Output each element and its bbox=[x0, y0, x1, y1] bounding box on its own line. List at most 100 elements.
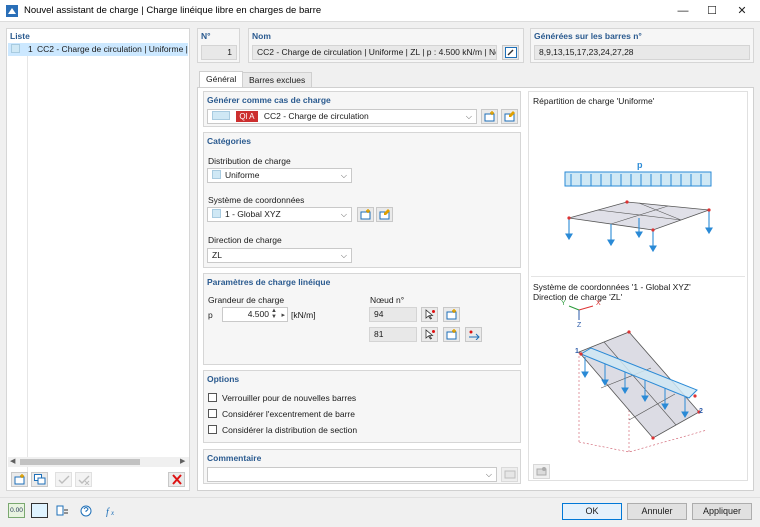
preview-bottom-title-1: Système de coordonnées '1 - Global XYZ' bbox=[533, 282, 691, 292]
preview-bottom-title-2: Direction de charge 'ZL' bbox=[533, 292, 623, 302]
load-case-header: Générer comme cas de charge bbox=[207, 95, 331, 105]
scroll-right-icon[interactable]: ▶ bbox=[180, 457, 185, 465]
axis-y-label: Y bbox=[561, 300, 566, 307]
copy-item-button[interactable] bbox=[31, 472, 48, 487]
library-icon bbox=[504, 470, 516, 479]
scroll-left-icon[interactable]: ◀ bbox=[10, 457, 15, 465]
list-header: Liste bbox=[10, 31, 30, 41]
units-button[interactable]: 0.00 bbox=[8, 503, 25, 518]
edit-list-icon bbox=[504, 111, 515, 122]
number-header: N° bbox=[201, 31, 211, 41]
ok-button[interactable]: OK bbox=[562, 503, 622, 520]
uncheck-item-button[interactable] bbox=[75, 472, 92, 487]
tab-excluded-members[interactable]: Barres exclues bbox=[242, 72, 313, 87]
model-icon bbox=[56, 505, 68, 516]
new-node-1-button[interactable] bbox=[443, 307, 460, 322]
new-item-button[interactable] bbox=[11, 472, 28, 487]
pick-node-2-button[interactable] bbox=[421, 327, 438, 342]
preview-options-button[interactable] bbox=[533, 464, 550, 479]
help-button[interactable] bbox=[77, 503, 94, 518]
distribution-label: Distribution de charge bbox=[208, 156, 291, 166]
maximize-button[interactable]: ☐ bbox=[697, 0, 727, 22]
close-button[interactable]: ✕ bbox=[727, 0, 757, 22]
swap-nodes-button[interactable] bbox=[465, 327, 482, 342]
uncheck-icon bbox=[78, 475, 90, 485]
new-node-2-button[interactable] bbox=[443, 327, 460, 342]
distribution-value: Uniforme bbox=[225, 170, 260, 180]
direction-select[interactable]: ZL ⌵ bbox=[207, 248, 352, 263]
list-item[interactable]: 1 CC2 - Charge de circulation | Uniforme… bbox=[8, 43, 189, 56]
node-1-label: 1 bbox=[575, 348, 579, 355]
generated-members-field: 8,9,13,15,17,23,24,27,28 bbox=[534, 45, 750, 60]
load-case-color-icon bbox=[212, 111, 230, 120]
name-field[interactable]: CC2 - Charge de circulation | Uniforme |… bbox=[252, 45, 497, 60]
name-panel: Nom CC2 - Charge de circulation | Unifor… bbox=[248, 28, 524, 63]
copy-icon bbox=[34, 474, 46, 485]
node-label: Nœud n° bbox=[370, 295, 405, 305]
delete-item-button[interactable] bbox=[168, 472, 185, 487]
chevron-down-icon: ⌵ bbox=[340, 251, 347, 260]
comment-input[interactable]: ⌵ bbox=[207, 467, 497, 482]
categories-header: Catégories bbox=[207, 136, 251, 146]
coord-system-icon bbox=[212, 209, 221, 218]
cancel-button[interactable]: Annuler bbox=[627, 503, 687, 520]
load-symbol-label: p bbox=[637, 160, 643, 170]
magnitude-label: Grandeur de charge bbox=[208, 295, 285, 305]
chevron-down-icon: ⌵ bbox=[340, 210, 347, 219]
new-icon bbox=[360, 209, 371, 220]
function-button[interactable]: fx bbox=[101, 503, 118, 518]
new-icon bbox=[446, 309, 457, 320]
edit-icon bbox=[505, 47, 517, 58]
new-load-case-button[interactable] bbox=[481, 109, 498, 124]
new-icon bbox=[446, 329, 457, 340]
section-distribution-checkbox[interactable] bbox=[208, 425, 217, 434]
svg-text:x: x bbox=[110, 509, 115, 517]
new-coord-system-button[interactable] bbox=[357, 207, 374, 222]
load-case-badge: Ql A bbox=[236, 111, 258, 122]
list-horizontal-scrollbar[interactable]: ◀ ▶ bbox=[8, 457, 189, 467]
node-1-field[interactable]: 94 bbox=[369, 307, 417, 322]
view-model-button[interactable] bbox=[53, 503, 70, 518]
load-case-select[interactable]: Ql A CC2 - Charge de circulation ⌵ bbox=[207, 109, 477, 124]
generated-header: Générées sur les barres n° bbox=[534, 31, 642, 41]
distribution-select[interactable]: Uniforme ⌵ bbox=[207, 168, 352, 183]
color-button[interactable] bbox=[31, 503, 48, 518]
lock-new-members-checkbox[interactable] bbox=[208, 393, 217, 402]
chevron-right-icon[interactable]: ▸ bbox=[281, 309, 285, 322]
title-bar: Nouvel assistant de charge | Charge liné… bbox=[0, 0, 760, 22]
node-2-field[interactable]: 81 bbox=[369, 327, 417, 342]
svg-text:f: f bbox=[106, 507, 110, 517]
list-item-color-icon bbox=[11, 44, 20, 53]
edit-load-case-button[interactable] bbox=[501, 109, 518, 124]
chevron-down-icon: ⌵ bbox=[340, 171, 347, 180]
delete-icon bbox=[172, 474, 182, 485]
new-item-icon bbox=[14, 474, 25, 485]
section-distribution-label: Considérer la distribution de section bbox=[222, 425, 358, 435]
edit-coord-system-button[interactable] bbox=[376, 207, 393, 222]
edit-name-button[interactable] bbox=[502, 45, 519, 60]
spin-icon[interactable]: ▲ ▼ bbox=[271, 308, 277, 320]
list-item-number: 1 bbox=[28, 44, 33, 54]
help-icon bbox=[80, 505, 92, 517]
p-value-input[interactable]: 4.500 ▲ ▼ ▸ bbox=[222, 307, 288, 322]
number-field[interactable]: 1 bbox=[201, 45, 237, 60]
load-case-section: Générer comme cas de charge Ql A CC2 - C… bbox=[203, 91, 521, 127]
p-value: 4.500 bbox=[247, 309, 269, 319]
scroll-thumb[interactable] bbox=[20, 459, 140, 465]
p-symbol: p bbox=[208, 310, 213, 320]
app-icon bbox=[6, 5, 18, 17]
coord-system-label: Système de coordonnées bbox=[208, 195, 305, 205]
number-panel: N° 1 bbox=[197, 28, 240, 63]
check-item-button[interactable] bbox=[55, 472, 72, 487]
coord-system-select[interactable]: 1 - Global XYZ ⌵ bbox=[207, 207, 352, 222]
minimize-button[interactable]: — bbox=[668, 0, 698, 22]
tab-general[interactable]: Général bbox=[199, 71, 244, 88]
member-eccentricity-checkbox[interactable] bbox=[208, 409, 217, 418]
coordinate-load-diagram bbox=[568, 305, 708, 453]
load-case-value: CC2 - Charge de circulation bbox=[263, 111, 369, 121]
swap-icon bbox=[469, 330, 480, 340]
apply-button[interactable]: Appliquer bbox=[692, 503, 752, 520]
direction-label: Direction de charge bbox=[208, 235, 282, 245]
pick-node-1-button[interactable] bbox=[421, 307, 438, 322]
comment-library-button[interactable] bbox=[501, 467, 518, 482]
